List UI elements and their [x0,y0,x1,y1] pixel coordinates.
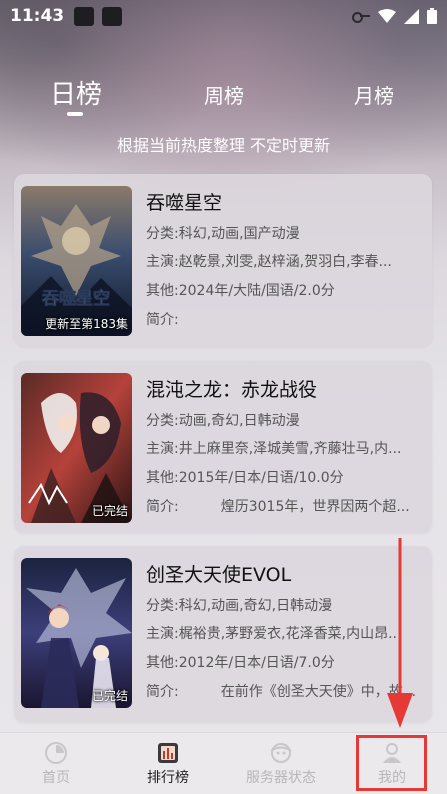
tab-monthly[interactable]: 月榜 [348,80,400,109]
ranking-subtitle: 根据当前热度整理 不定时更新 [116,136,331,155]
item-other: 其他:2024年/大陆/国语/2.0分 [146,283,335,299]
nav-server-status[interactable]: 服务器状态 [238,741,324,787]
server-status-icon [269,741,293,765]
annotation-arrow-icon [387,538,413,728]
item-category: 分类:科幻,动画,国产动漫 [146,226,300,242]
ranking-icon [156,741,180,765]
item-cast: 主演:赵乾景,刘雯,赵梓涵,贺羽白,李春... [146,254,392,270]
poster-image: 已完结 [21,373,132,523]
poster-image: 已完结 [21,558,132,708]
notification-icon [102,6,122,26]
signal-icon [404,8,419,24]
poster-image: 吞噬星空 更新至第183集 [21,186,132,336]
list-item[interactable]: 已完结 创圣大天使EVOL 分类:科幻,动画,奇幻,日韩动漫 主演:梶裕贵,茅野… [14,546,432,722]
annotation-highlight-box [356,735,427,791]
list-item[interactable]: 已完结 混沌之龙：赤龙战役 分类:动画,奇幻,日韩动漫 主演:井上麻里奈,泽城美… [14,361,432,533]
active-tab-indicator [67,112,83,116]
tab-weekly[interactable]: 周榜 [198,80,250,109]
item-title: 吞噬星空 [146,192,223,214]
item-title: 创圣大天使EVOL [146,564,292,586]
battery-icon [427,8,437,24]
nav-ranking[interactable]: 排行榜 [138,741,198,787]
item-other: 其他:2012年/日本/日语/7.0分 [146,655,335,671]
home-icon [44,741,68,765]
item-cast: 主演:井上麻里奈,泽城美雪,齐藤壮马,内... [146,441,402,457]
notification-icon [74,6,94,26]
status-time: 11:43 [10,6,65,26]
status-badge: 已完结 [91,689,128,703]
item-title: 混沌之龙：赤龙战役 [146,379,318,401]
tab-daily[interactable]: 日榜 [48,74,104,111]
item-synopsis: 简介: [146,312,179,328]
list-item[interactable]: 吞噬星空 更新至第183集 吞噬星空 分类:科幻,动画,国产动漫 主演:赵乾景,… [14,174,432,346]
wifi-icon [378,9,396,23]
episode-badge: 更新至第183集 [45,317,128,331]
item-other: 其他:2015年/日本/日语/10.0分 [146,470,344,486]
item-category: 分类:动画,奇幻,日韩动漫 [146,413,300,429]
item-synopsis: 简介: 煌历3015年，世界因两个超... [146,499,410,515]
nav-home[interactable]: 首页 [30,741,82,787]
vpn-key-icon [352,11,370,23]
svg-text:吞噬星空: 吞噬星空 [42,288,110,309]
status-badge: 已完结 [91,504,128,518]
item-cast: 主演:梶裕贵,茅野爱衣,花泽香菜,内山昂... [146,626,402,642]
item-category: 分类:科幻,动画,奇幻,日韩动漫 [146,598,333,614]
status-bar: 11:43 [0,0,447,32]
ranking-tabs: 日榜 周榜 月榜 [0,72,447,122]
item-synopsis: 简介: 在前作《创圣大天使》中，故... [146,684,417,700]
